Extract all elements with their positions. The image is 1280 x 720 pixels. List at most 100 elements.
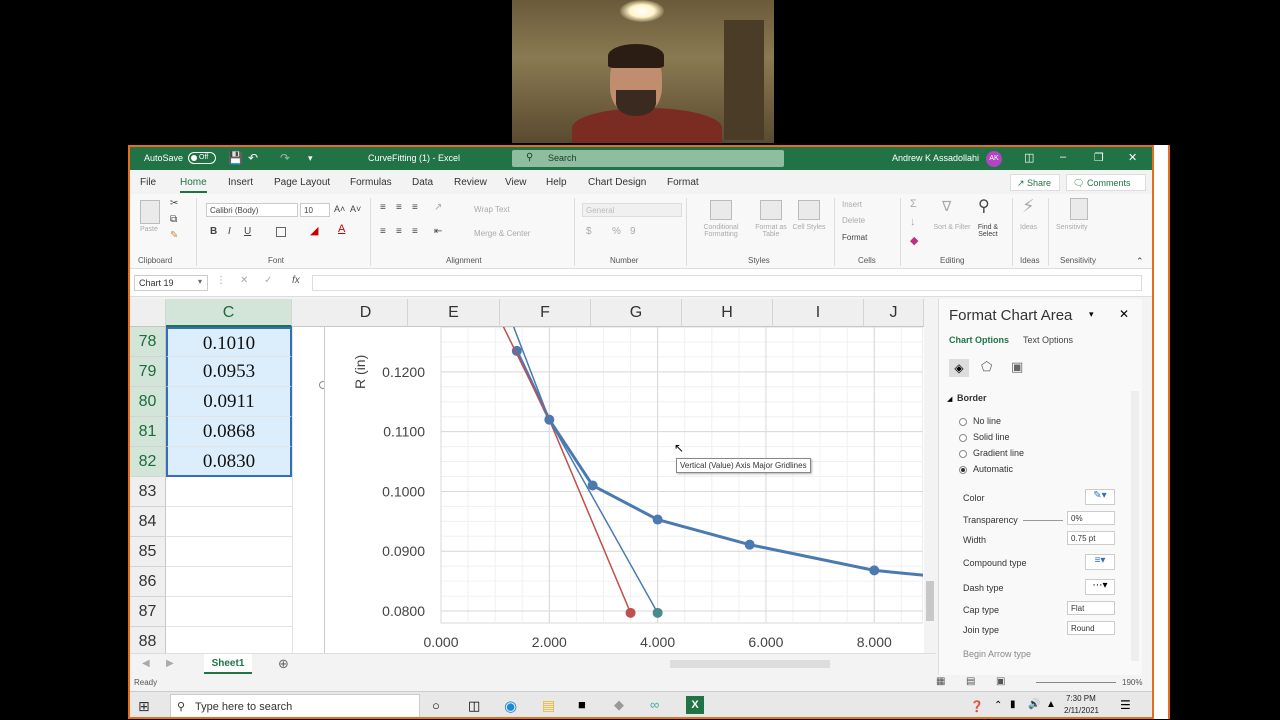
scrollbar-thumb[interactable] [926,581,934,621]
color-picker-button[interactable]: ✎▾ [1085,489,1115,505]
format-as-table-icon[interactable] [760,200,782,220]
tab-page-layout[interactable]: Page Layout [274,177,330,188]
zoom-level[interactable]: 190% [1122,678,1142,687]
number-format-select[interactable]: General [582,203,682,217]
row-header[interactable]: 84 [130,507,166,537]
sensitivity-icon[interactable] [1070,198,1088,220]
find-select-icon[interactable]: ⚲ [978,196,990,216]
automatic-radio[interactable] [959,466,967,474]
insert-function-icon[interactable]: fx [292,275,300,286]
conditional-formatting-icon[interactable] [710,200,732,220]
taskbar-date[interactable]: 2/11/2021 [1064,706,1099,715]
size-properties-icon[interactable]: ▣ [1011,359,1023,375]
notifications-icon[interactable]: ☰ [1120,698,1131,712]
close-icon[interactable]: ✕ [1128,151,1137,164]
next-sheet-icon[interactable]: ▶ [166,658,174,669]
row-header[interactable]: 79 [130,357,166,387]
select-all-corner[interactable] [130,299,166,327]
section-collapse-icon[interactable]: ◢ [947,395,952,403]
link-app-icon[interactable]: ∞ [650,697,659,712]
volume-icon[interactable]: 🔊 [1028,699,1040,710]
compound-type-select[interactable]: ≡▾ [1085,554,1115,570]
clear-icon[interactable]: ◆ [910,234,918,247]
horizontal-scrollbar[interactable] [670,660,830,668]
column-header-i[interactable]: I [773,299,864,327]
cell-c78[interactable]: 0.1010 [166,327,292,357]
comments-button[interactable]: 🗨 Comments [1066,174,1146,191]
pane-scrollbar[interactable] [1131,391,1139,661]
dash-type-select[interactable]: ⋯▾ [1085,579,1115,595]
tab-home[interactable]: Home [180,177,207,193]
data-point[interactable] [869,565,880,576]
row-header[interactable]: 86 [130,567,166,597]
name-box[interactable]: Chart 19 [134,275,208,291]
orientation-icon[interactable]: ↗ [434,202,442,213]
tab-format[interactable]: Format [667,177,699,188]
qat-customize-icon[interactable]: ▾ [308,153,313,164]
pane-options-icon[interactable]: ▾ [1089,309,1094,320]
align-top-icon[interactable]: ≡ [380,202,386,213]
ideas-icon[interactable]: ⚡ [1022,196,1035,217]
taskbar-time[interactable]: 7:30 PM [1066,694,1096,703]
effects-icon[interactable]: ⬠ [981,359,992,375]
align-center-icon[interactable]: ≡ [396,226,402,237]
redo-icon[interactable]: ↷ [280,151,290,165]
page-layout-view-icon[interactable]: ▤ [966,676,975,687]
cell-c85[interactable] [166,537,292,567]
underline-button[interactable]: U [244,226,251,237]
data-point[interactable] [587,480,598,491]
currency-icon[interactable]: $ [586,226,592,237]
add-sheet-icon[interactable]: ⊕ [278,656,289,672]
delete-cells-button[interactable]: Delete [842,216,865,225]
column-header-f[interactable]: F [500,299,591,327]
gradient-line-radio[interactable] [959,450,967,458]
data-point[interactable] [625,607,636,618]
font-color-icon[interactable]: A [338,223,345,235]
font-name-select[interactable]: Calibri (Body) [206,203,298,217]
cortana-icon[interactable]: ○ [432,698,440,713]
cell-c81[interactable]: 0.0868 [166,417,292,447]
text-options-tab[interactable]: Text Options [1023,335,1073,345]
row-header[interactable]: 82 [130,447,166,477]
column-header-j[interactable]: J [864,299,924,327]
undo-icon[interactable]: ↶ [248,151,258,165]
tab-review[interactable]: Review [454,177,487,188]
row-header[interactable]: 78 [130,327,166,357]
task-view-icon[interactable]: ◫ [468,698,480,714]
page-break-view-icon[interactable]: ▣ [996,676,1005,687]
cell-c80[interactable]: 0.0911 [166,387,292,417]
row-header[interactable]: 87 [130,597,166,627]
align-right-icon[interactable]: ≡ [412,226,418,237]
app-icon[interactable]: ◆ [614,697,624,713]
cell-c83[interactable] [166,477,292,507]
data-point[interactable] [744,539,755,550]
cell-c87[interactable] [166,597,292,627]
cell-c86[interactable] [166,567,292,597]
decrease-font-icon[interactable]: A˅ [350,204,361,214]
wrap-text-button[interactable]: Wrap Text [474,205,510,214]
paste-icon[interactable] [140,200,160,224]
cell-c79[interactable]: 0.0953 [166,357,292,387]
cell-c84[interactable] [166,507,292,537]
edge-icon[interactable]: ◉ [504,697,517,715]
cap-type-select[interactable]: Flat [1067,601,1115,615]
tab-help[interactable]: Help [546,177,567,188]
autosave-toggle[interactable]: Off [188,152,216,164]
cell-c82[interactable]: 0.0830 [166,447,292,477]
fill-icon[interactable]: ↓ [910,216,916,228]
borders-icon[interactable] [276,227,286,237]
font-size-select[interactable]: 10 [300,203,330,217]
row-header[interactable]: 81 [130,417,166,447]
copy-icon[interactable]: ⧉ [170,214,177,225]
collapse-ribbon-icon[interactable]: ⌃ [1136,256,1144,267]
sort-filter-icon[interactable]: ∇ [942,198,951,215]
column-header-h[interactable]: H [682,299,773,327]
vertical-scrollbar[interactable] [924,299,936,653]
tab-chart-design[interactable]: Chart Design [588,177,646,188]
ribbon-display-icon[interactable]: ◫ [1024,151,1034,164]
windows-start-icon[interactable]: ⊞ [138,698,150,715]
file-explorer-icon[interactable]: ▤ [542,697,555,714]
cancel-icon[interactable]: ✕ [240,275,248,286]
tab-data[interactable]: Data [412,177,433,188]
tab-insert[interactable]: Insert [228,177,253,188]
